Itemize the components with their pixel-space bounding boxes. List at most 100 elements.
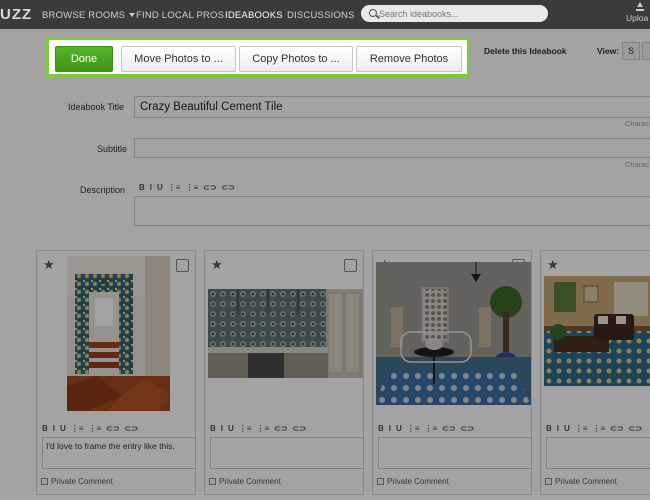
- private-comment-option[interactable]: Private Comment: [377, 477, 449, 486]
- copy-photos-button[interactable]: Copy Photos to ...: [239, 46, 353, 72]
- bullet-list-icon[interactable]: ⋮≡: [88, 424, 101, 433]
- ordered-list-icon[interactable]: ⋮≡: [407, 424, 420, 433]
- search-input[interactable]: [379, 7, 539, 20]
- bold-button[interactable]: B: [546, 424, 552, 433]
- italic-button[interactable]: I: [150, 183, 152, 192]
- subtitle-input[interactable]: [134, 138, 650, 158]
- underline-button[interactable]: U: [228, 424, 234, 433]
- ordered-list-icon[interactable]: ⋮≡: [71, 424, 84, 433]
- kitchen-tile-photo[interactable]: [208, 289, 363, 378]
- view-medium-button[interactable]: [642, 42, 650, 60]
- patio-tile-photo[interactable]: [376, 262, 531, 405]
- top-navigation: UZZ BROWSE ROOMS FIND LOCAL PROS IDEABOO…: [0, 0, 650, 29]
- private-comment-checkbox[interactable]: [545, 478, 552, 485]
- italic-button[interactable]: I: [53, 424, 55, 433]
- underline-button[interactable]: U: [157, 183, 163, 192]
- comment-input[interactable]: [378, 437, 532, 469]
- italic-button[interactable]: I: [221, 424, 223, 433]
- remove-photos-button[interactable]: Remove Photos: [356, 46, 462, 72]
- search-icon: [369, 9, 377, 17]
- photo-card-3: ★: [372, 250, 532, 495]
- select-checkbox[interactable]: [344, 259, 357, 272]
- char-count-note-2: Charac: [625, 160, 650, 169]
- comment-toolbar: B I U ⋮≡ ⋮≡ ⊂⊃ ⊂⊃: [210, 424, 311, 433]
- italic-button[interactable]: I: [557, 424, 559, 433]
- done-button[interactable]: Done: [55, 46, 113, 72]
- star-icon[interactable]: ★: [211, 257, 223, 273]
- unlink-icon[interactable]: ⊂⊃: [125, 424, 138, 433]
- nav-discussions[interactable]: DISCUSSIONS: [287, 10, 355, 21]
- bullet-list-icon[interactable]: ⋮≡: [185, 183, 198, 192]
- bold-button[interactable]: B: [42, 424, 48, 433]
- underline-button[interactable]: U: [564, 424, 570, 433]
- private-comment-checkbox[interactable]: [41, 478, 48, 485]
- unlink-icon[interactable]: ⊂⊃: [629, 424, 642, 433]
- star-icon[interactable]: ★: [547, 257, 559, 273]
- private-comment-checkbox[interactable]: [209, 478, 216, 485]
- nav-browse-rooms[interactable]: BROWSE ROOMS: [42, 10, 136, 21]
- private-comment-checkbox[interactable]: [377, 478, 384, 485]
- unlink-icon[interactable]: ⊂⊃: [222, 183, 235, 192]
- unlink-icon[interactable]: ⊂⊃: [461, 424, 474, 433]
- move-photos-button[interactable]: Move Photos to ...: [121, 46, 236, 72]
- subtitle-label: Subtitle: [97, 144, 128, 154]
- comment-input[interactable]: [546, 437, 650, 469]
- underline-button[interactable]: U: [396, 424, 402, 433]
- photo-card-1: ★ B I U ⋮≡ ⋮≡ ⊂⊃ ⊂⊃ I'd love to frame th…: [36, 250, 196, 495]
- comment-input[interactable]: I'd love to frame the entry like this.: [42, 437, 196, 469]
- private-comment-label: Private Comment: [555, 477, 617, 486]
- nav-find-local-pros[interactable]: FIND LOCAL PROS: [136, 10, 224, 21]
- private-comment-option[interactable]: Private Comment: [41, 477, 113, 486]
- ideabook-title-input[interactable]: Crazy Beautiful Cement Tile: [134, 96, 650, 118]
- description-toolbar: B I U ⋮≡ ⋮≡ ⊂⊃ ⊂⊃: [139, 183, 240, 192]
- chevron-down-icon: [129, 13, 136, 18]
- italic-button[interactable]: I: [389, 424, 391, 433]
- char-count-note: Charac: [625, 119, 650, 128]
- nav-ideabooks[interactable]: IDEABOOKS: [225, 10, 283, 21]
- bold-button[interactable]: B: [139, 183, 145, 192]
- star-icon[interactable]: ★: [43, 257, 55, 273]
- entry-tile-photo[interactable]: [67, 256, 170, 411]
- link-icon[interactable]: ⊂⊃: [274, 424, 287, 433]
- upload-icon: [637, 2, 643, 7]
- private-comment-label: Private Comment: [51, 477, 113, 486]
- underline-button[interactable]: U: [60, 424, 66, 433]
- living-room-tile-photo[interactable]: [544, 276, 650, 386]
- private-comment-label: Private Comment: [219, 477, 281, 486]
- upload-button[interactable]: Uploa: [626, 2, 650, 23]
- upload-icon-base: [636, 9, 644, 11]
- search-box: [361, 5, 548, 22]
- link-icon[interactable]: ⊂⊃: [106, 424, 119, 433]
- bold-button[interactable]: B: [210, 424, 216, 433]
- bullet-list-icon[interactable]: ⋮≡: [256, 424, 269, 433]
- ordered-list-icon[interactable]: ⋮≡: [575, 424, 588, 433]
- link-icon[interactable]: ⊂⊃: [203, 183, 216, 192]
- ordered-list-icon[interactable]: ⋮≡: [168, 183, 181, 192]
- view-label: View:: [597, 46, 620, 56]
- photo-card-2: ★ B I U ⋮≡ ⋮≡ ⊂⊃ ⊂⊃ Private Comment: [204, 250, 364, 495]
- comment-toolbar: B I U ⋮≡ ⋮≡ ⊂⊃ ⊂⊃: [546, 424, 647, 433]
- ordered-list-icon[interactable]: ⋮≡: [239, 424, 252, 433]
- ideabook-title-value: Crazy Beautiful Cement Tile: [140, 101, 283, 113]
- edit-actions-bar: Done Move Photos to ... Copy Photos to .…: [46, 37, 470, 77]
- bold-button[interactable]: B: [378, 424, 384, 433]
- link-icon[interactable]: ⊂⊃: [610, 424, 623, 433]
- private-comment-option[interactable]: Private Comment: [209, 477, 281, 486]
- upload-label: Uploa: [626, 12, 649, 23]
- link-icon[interactable]: ⊂⊃: [442, 424, 455, 433]
- private-comment-label: Private Comment: [387, 477, 449, 486]
- comment-input[interactable]: [210, 437, 364, 469]
- ideabook-title-label: Ideabook Title: [68, 102, 125, 112]
- select-checkbox[interactable]: [176, 259, 189, 272]
- bullet-list-icon[interactable]: ⋮≡: [592, 424, 605, 433]
- houzz-logo[interactable]: UZZ: [0, 6, 32, 23]
- view-small-button[interactable]: S: [622, 42, 640, 60]
- description-input[interactable]: [134, 196, 650, 226]
- private-comment-option[interactable]: Private Comment: [545, 477, 617, 486]
- unlink-icon[interactable]: ⊂⊃: [293, 424, 306, 433]
- comment-toolbar: B I U ⋮≡ ⋮≡ ⊂⊃ ⊂⊃: [378, 424, 479, 433]
- delete-ideabook-link[interactable]: Delete this Ideabook: [484, 46, 567, 56]
- description-label: Description: [80, 185, 126, 195]
- comment-toolbar: B I U ⋮≡ ⋮≡ ⊂⊃ ⊂⊃: [42, 424, 143, 433]
- bullet-list-icon[interactable]: ⋮≡: [424, 424, 437, 433]
